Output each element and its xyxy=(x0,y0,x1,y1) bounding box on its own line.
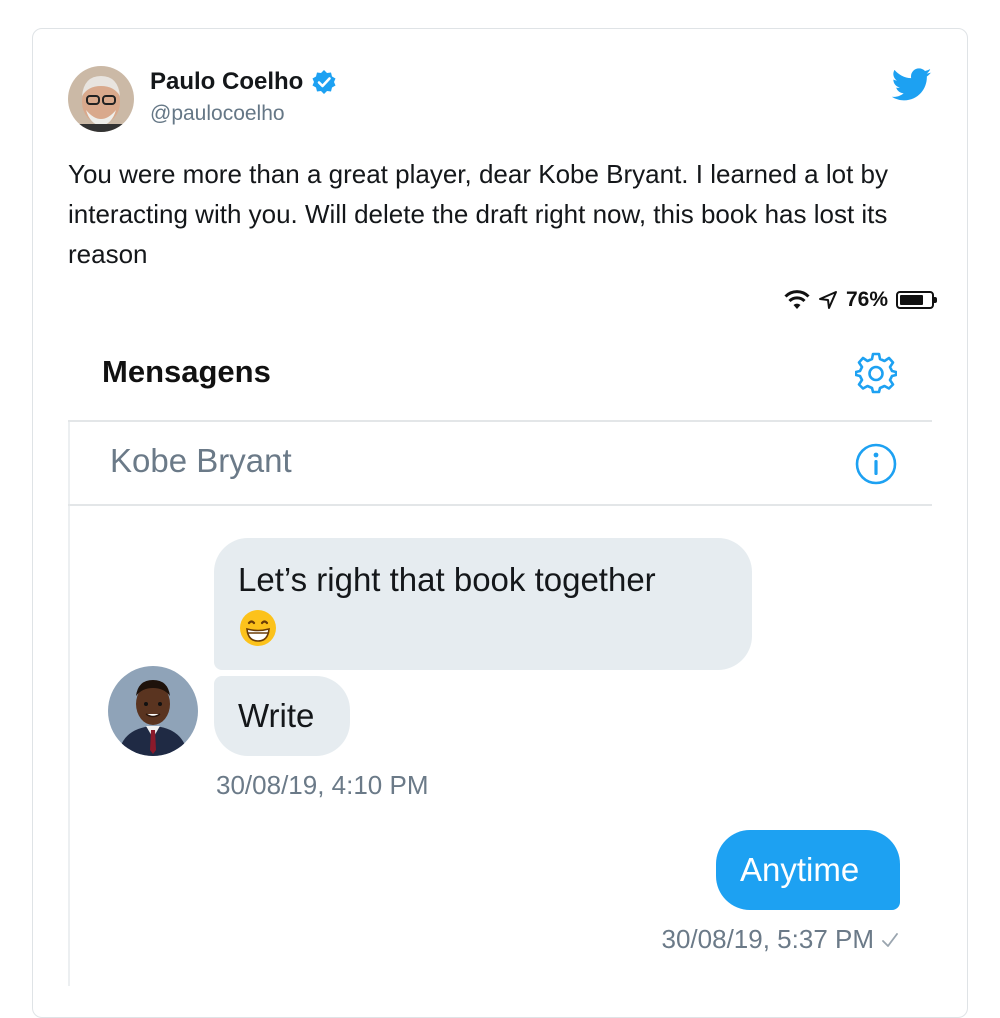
message-text: Write xyxy=(238,697,315,734)
chat-border xyxy=(68,506,70,986)
gear-icon[interactable] xyxy=(855,352,897,394)
checkmark-icon xyxy=(882,932,898,947)
verified-badge-icon xyxy=(312,70,336,94)
chat-contact-name[interactable]: Kobe Bryant xyxy=(110,442,292,480)
grinning-face-emoji-icon xyxy=(240,610,276,647)
divider xyxy=(68,504,932,506)
timestamp-text: 30/08/19, 5:37 PM xyxy=(661,924,874,954)
battery-percentage: 76% xyxy=(845,288,888,311)
location-arrow-icon xyxy=(818,291,837,309)
twitter-bird-icon[interactable] xyxy=(892,68,932,102)
battery-fill xyxy=(900,295,923,305)
page-title: Mensagens xyxy=(102,354,271,389)
author-avatar[interactable] xyxy=(68,66,134,132)
message-timestamp: 30/08/19, 5:37 PM xyxy=(662,924,900,955)
contact-avatar[interactable] xyxy=(108,666,198,756)
info-icon[interactable] xyxy=(854,442,898,486)
incoming-message-bubble[interactable]: Write xyxy=(214,676,350,756)
battery-icon xyxy=(896,291,937,309)
message-timestamp: 30/08/19, 4:10 PM xyxy=(216,770,429,800)
wifi-icon xyxy=(784,290,810,309)
author-name[interactable]: Paulo Coelho xyxy=(150,68,337,96)
author-name-text[interactable]: Paulo Coelho xyxy=(150,68,303,96)
tweet-text: You were more than a great player, dear … xyxy=(68,159,888,269)
status-bar: 76% xyxy=(784,288,937,312)
incoming-message-bubble[interactable]: Let’s right that book together xyxy=(214,538,752,670)
message-text: Let’s right that book together xyxy=(238,561,656,598)
outgoing-message-bubble[interactable]: Anytime xyxy=(716,830,900,910)
author-handle[interactable]: @paulocoelho xyxy=(150,102,285,126)
message-text: Anytime xyxy=(740,851,860,888)
